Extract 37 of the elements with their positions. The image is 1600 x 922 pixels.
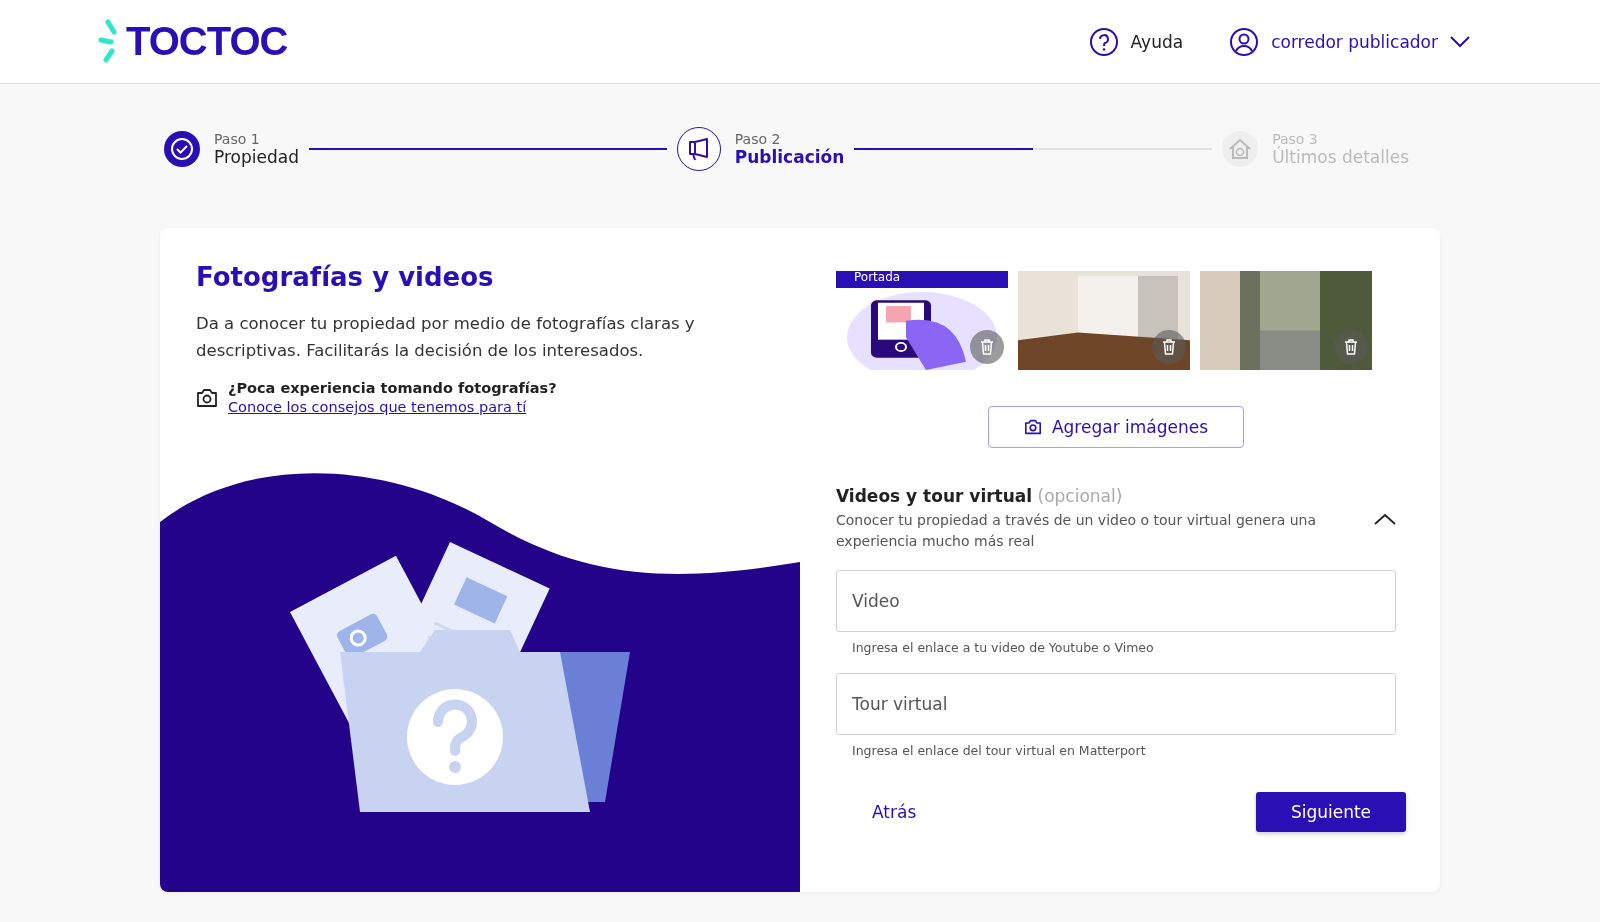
field-helper-text: Ingresa el enlace del tour virtual en Matterport bbox=[852, 743, 1147, 758]
balcony-photo-placeholder[interactable] bbox=[1200, 271, 1372, 370]
help-link[interactable]: Ayuda bbox=[1088, 26, 1184, 57]
tips-link[interactable]: Conoce los consejos que tenemos para tí bbox=[228, 399, 557, 415]
delete-photo-button[interactable] bbox=[1152, 330, 1186, 364]
collapse-toggle[interactable] bbox=[1374, 513, 1396, 525]
step-caption: Paso 2 bbox=[734, 131, 782, 147]
user-menu[interactable]: corredor publicador bbox=[1229, 26, 1470, 57]
step-caption: Paso 3 bbox=[1272, 131, 1318, 147]
camera-icon bbox=[1023, 419, 1042, 435]
step-title: Propiedad bbox=[214, 147, 299, 167]
camera-icon bbox=[196, 387, 218, 408]
section-title: Fotografías y videos bbox=[196, 262, 495, 292]
next-button[interactable]: Siguiente bbox=[1256, 792, 1406, 832]
add-images-button[interactable]: Agregar imágenes bbox=[988, 406, 1244, 448]
step-title: Publicación bbox=[734, 147, 845, 167]
trash-icon bbox=[1344, 339, 1358, 355]
tip-question: ¿Poca experiencia tomando fotografías? bbox=[228, 380, 557, 396]
help-icon bbox=[1088, 26, 1119, 57]
url-input-field[interactable]: Tour virtual bbox=[836, 673, 1396, 735]
field-helper-text: Ingresa el enlace a tu video de Youtube o Vimeo bbox=[852, 640, 1155, 655]
delete-photo-button[interactable] bbox=[1334, 330, 1368, 364]
videos-description: Conocer tu propiedad a través de un video o tour virtual genera una experiencia mucho más real bbox=[836, 511, 1317, 551]
chevron-down-icon bbox=[1450, 35, 1470, 48]
room-photo-placeholder[interactable] bbox=[1018, 271, 1190, 370]
trash-icon bbox=[1162, 339, 1176, 355]
step-title: Últimos detalles bbox=[1272, 147, 1409, 167]
section-description: Da a conocer tu propiedad por medio de fotografías claras y descriptivas. Facilitarás la decisión de los interesados. bbox=[196, 313, 696, 362]
url-input-field[interactable]: Video bbox=[836, 570, 1396, 632]
user-icon bbox=[1229, 26, 1260, 57]
trash-icon bbox=[980, 339, 994, 355]
videos-section-title: Videos y tour virtual (opcional) bbox=[836, 486, 1124, 506]
back-button[interactable]: Atrás bbox=[836, 792, 953, 832]
cover-label: Portada bbox=[836, 271, 1008, 288]
step-caption: Paso 1 bbox=[214, 131, 261, 147]
chevron-up-icon bbox=[1374, 513, 1396, 525]
logo-wordmark[interactable]: TOCTOC bbox=[126, 19, 288, 64]
